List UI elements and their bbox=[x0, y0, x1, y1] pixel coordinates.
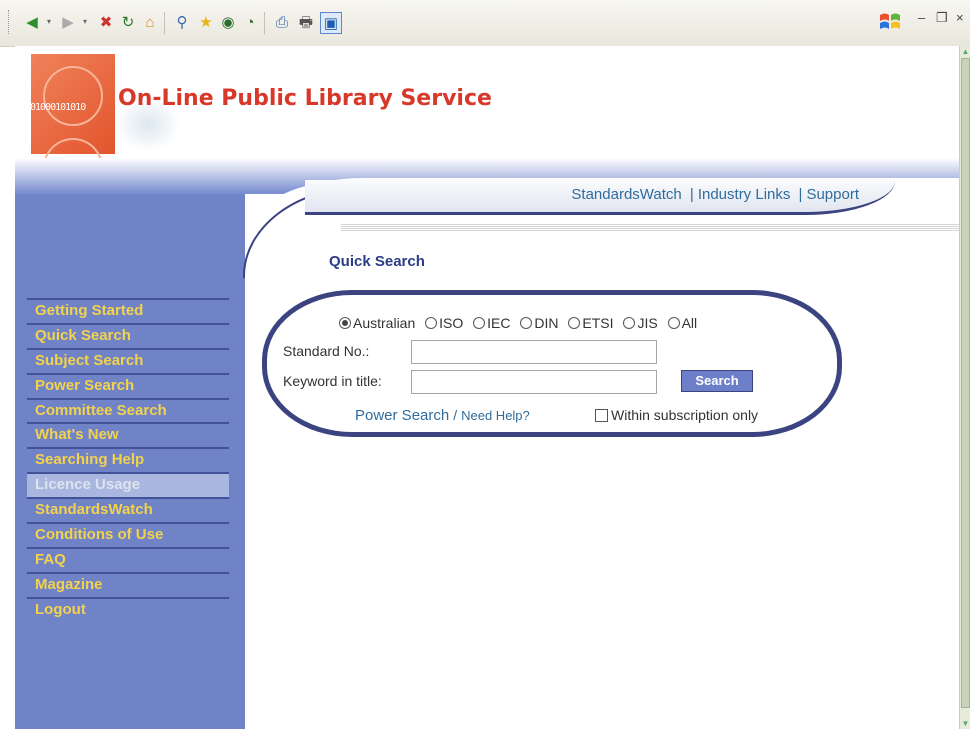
search-button[interactable]: Search bbox=[681, 370, 753, 392]
history-icon[interactable]: ◔ bbox=[240, 12, 260, 32]
toolbar-grip[interactable] bbox=[8, 10, 12, 34]
forward-icon[interactable]: ▶ bbox=[58, 12, 78, 32]
nav-separator: | bbox=[798, 186, 803, 203]
scroll-down-icon[interactable]: ▼ bbox=[960, 718, 970, 729]
quick-search-panel: Australian ISO IEC DIN ETSI JIS All Stan… bbox=[262, 290, 842, 437]
radio-jis[interactable]: JIS bbox=[623, 315, 658, 331]
home-icon[interactable]: ⌂ bbox=[140, 12, 160, 32]
window-icon[interactable]: ▣ bbox=[320, 12, 342, 34]
sidebar-item-subject-search[interactable]: Subject Search bbox=[27, 347, 229, 373]
windows-logo-icon bbox=[880, 13, 900, 29]
nav-standardswatch-link[interactable]: StandardsWatch bbox=[571, 186, 681, 203]
scroll-up-icon[interactable]: ▲ bbox=[960, 46, 970, 57]
sidebar-item-getting-started[interactable]: Getting Started bbox=[27, 298, 229, 323]
logo-monitor-icon bbox=[43, 66, 103, 126]
favorites-icon[interactable]: ★ bbox=[196, 12, 216, 32]
top-nav: StandardsWatch | Industry Links | Support bbox=[305, 180, 895, 215]
subscription-checkbox-row[interactable]: Within subscription only bbox=[595, 407, 758, 423]
page-title: Quick Search bbox=[329, 253, 425, 270]
radio-australian[interactable]: Australian bbox=[339, 315, 415, 331]
web-page: 01000101010 On-Line Public Library Servi… bbox=[15, 46, 959, 729]
close-icon[interactable]: × bbox=[956, 10, 964, 25]
media-icon[interactable]: ◉ bbox=[218, 12, 238, 32]
nav-industry-links-link[interactable]: Industry Links bbox=[698, 186, 791, 203]
radio-icon[interactable] bbox=[425, 317, 438, 329]
radio-icon[interactable] bbox=[623, 317, 636, 329]
back-icon[interactable]: ◀ bbox=[22, 12, 42, 32]
power-search-link[interactable]: Power Search bbox=[355, 407, 449, 424]
radio-icon[interactable] bbox=[520, 317, 533, 329]
radio-iec[interactable]: IEC bbox=[473, 315, 511, 331]
standard-type-radio-group: Australian ISO IEC DIN ETSI JIS All bbox=[339, 315, 703, 331]
keyword-input[interactable] bbox=[411, 370, 657, 394]
radio-icon[interactable] bbox=[568, 317, 581, 329]
sidebar-item-conditions-of-use[interactable]: Conditions of Use bbox=[27, 522, 229, 547]
radio-iso[interactable]: ISO bbox=[425, 315, 463, 331]
sidebar-item-searching-help[interactable]: Searching Help bbox=[27, 447, 229, 472]
nav-support-link[interactable]: Support bbox=[806, 186, 859, 203]
restore-icon[interactable]: ❐ bbox=[936, 10, 948, 26]
browser-toolbar: ◀ ▾ ▶ ▾ ✖ ↻ ⌂ ⚲ ★ ◉ ◔ ⎙ 🖶 ▣ – ❐ × bbox=[0, 0, 970, 47]
print-icon[interactable]: 🖶 bbox=[296, 12, 316, 32]
search-icon[interactable]: ⚲ bbox=[172, 12, 192, 32]
radio-icon[interactable] bbox=[667, 317, 680, 329]
sidebar-item-standardswatch[interactable]: StandardsWatch bbox=[27, 497, 229, 522]
refresh-icon[interactable]: ↻ bbox=[118, 12, 138, 32]
scrollbar-thumb[interactable] bbox=[961, 58, 970, 708]
sidebar-menu: Getting Started Quick Search Subject Sea… bbox=[27, 298, 229, 622]
decorative-stripes bbox=[341, 224, 959, 232]
radio-all[interactable]: All bbox=[667, 315, 697, 331]
sidebar-item-whats-new[interactable]: What's New bbox=[27, 422, 229, 447]
keyword-label: Keyword in title: bbox=[283, 373, 382, 389]
sidebar-item-committee-search[interactable]: Committee Search bbox=[27, 397, 229, 423]
radio-etsi[interactable]: ETSI bbox=[568, 315, 614, 331]
nav-separator: | bbox=[689, 186, 694, 203]
subscription-checkbox-label: Within subscription only bbox=[611, 407, 759, 423]
radio-icon[interactable] bbox=[473, 317, 486, 329]
standard-no-label: Standard No.: bbox=[283, 343, 370, 359]
sidebar-item-quick-search[interactable]: Quick Search bbox=[27, 322, 229, 348]
stop-icon[interactable]: ✖ bbox=[96, 12, 116, 32]
back-dropdown-icon[interactable]: ▾ bbox=[44, 12, 54, 32]
toolbar-separator bbox=[264, 12, 265, 34]
sidebar-item-faq[interactable]: FAQ bbox=[27, 546, 229, 572]
standard-no-input[interactable] bbox=[411, 340, 657, 364]
forward-dropdown-icon[interactable]: ▾ bbox=[80, 12, 90, 32]
sidebar-item-power-search[interactable]: Power Search bbox=[27, 372, 229, 398]
sidebar-item-logout[interactable]: Logout bbox=[27, 596, 229, 622]
vertical-scrollbar[interactable]: ▲ ▼ bbox=[959, 46, 970, 729]
radio-selected-icon[interactable] bbox=[339, 317, 351, 329]
need-help-link[interactable]: Need Help? bbox=[461, 408, 530, 423]
sidebar-item-licence-usage[interactable]: Licence Usage bbox=[27, 472, 229, 498]
radio-din[interactable]: DIN bbox=[520, 315, 559, 331]
search-links: Power Search / Need Help? bbox=[355, 407, 530, 424]
print-preview-icon[interactable]: ⎙ bbox=[272, 12, 292, 32]
sidebar-item-magazine[interactable]: Magazine bbox=[27, 571, 229, 597]
link-separator: / bbox=[453, 407, 458, 423]
logo-binary-text: 01000101010 bbox=[30, 102, 86, 113]
subscription-checkbox[interactable] bbox=[595, 409, 608, 422]
toolbar-separator bbox=[164, 12, 165, 34]
minimize-icon[interactable]: – bbox=[918, 10, 925, 25]
site-title: On-Line Public Library Service bbox=[118, 86, 492, 111]
